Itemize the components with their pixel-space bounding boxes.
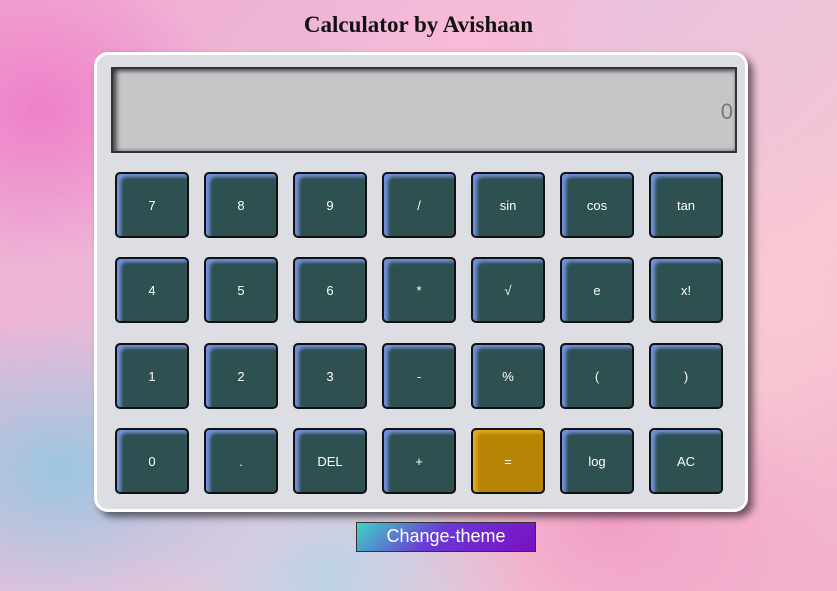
key-0[interactable]: 0 [115,428,189,494]
key-7[interactable]: 7 [115,172,189,238]
key-4[interactable]: 4 [115,257,189,323]
key-2[interactable]: 2 [204,343,278,409]
change-theme-button[interactable]: Change-theme [356,522,536,552]
key-multiply[interactable]: * [382,257,456,323]
key-subtract[interactable]: - [382,343,456,409]
page-title: Calculator by Avishaan [303,12,534,37]
key-8[interactable]: 8 [204,172,278,238]
key-all-clear[interactable]: AC [649,428,723,494]
key-cos[interactable]: cos [560,172,634,238]
key-sqrt[interactable]: √ [471,257,545,323]
key-factorial[interactable]: x! [649,257,723,323]
key-sin[interactable]: sin [471,172,545,238]
key-e[interactable]: e [560,257,634,323]
key-5[interactable]: 5 [204,257,278,323]
key-open-paren[interactable]: ( [560,343,634,409]
key-3[interactable]: 3 [293,343,367,409]
key-decimal[interactable]: . [204,428,278,494]
key-delete[interactable]: DEL [293,428,367,494]
key-close-paren[interactable]: ) [649,343,723,409]
calculator-display: 0 [111,67,737,153]
key-1[interactable]: 1 [115,343,189,409]
key-6[interactable]: 6 [293,257,367,323]
key-equals[interactable]: = [471,428,545,494]
key-add[interactable]: + [382,428,456,494]
key-tan[interactable]: tan [649,172,723,238]
key-9[interactable]: 9 [293,172,367,238]
key-log[interactable]: log [560,428,634,494]
calculator-panel: 0 7 8 9 / sin cos tan 4 5 6 * √ e x! 1 2… [94,52,748,512]
key-divide[interactable]: / [382,172,456,238]
key-percent[interactable]: % [471,343,545,409]
